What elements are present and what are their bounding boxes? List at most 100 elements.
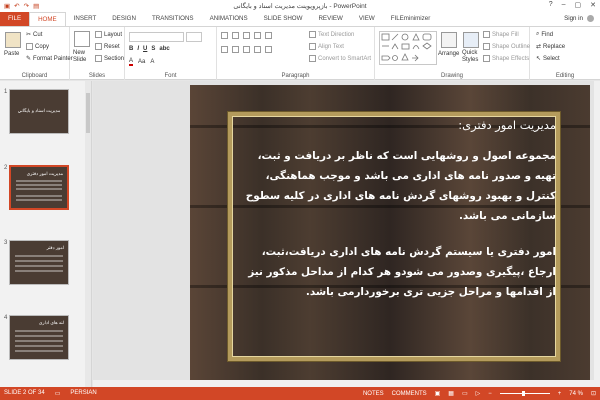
tab-animations[interactable]: ANIMATIONS xyxy=(202,12,256,26)
slide-thumbnail-1[interactable]: مديريت اسناد و بايگاني xyxy=(9,89,69,134)
slides-label: Slides xyxy=(88,73,106,79)
thumbnail-text-line xyxy=(15,260,63,262)
strikethrough-icon[interactable]: abc xyxy=(159,46,169,52)
replace-button[interactable]: ⇄ Replace xyxy=(536,43,565,51)
find-icon: ⌕ xyxy=(536,31,540,37)
slide-thumbnail-2[interactable]: مدیریت امور دفتری xyxy=(9,165,69,210)
quick-styles-button[interactable]: Quick Styles xyxy=(462,50,482,64)
tab-home[interactable]: HOME xyxy=(29,12,66,26)
slide-canvas[interactable]: مدیریت امور دفتری: مجموعه اصول و روشهایی… xyxy=(190,85,590,383)
zoom-out-icon[interactable]: − xyxy=(488,391,492,397)
help-button[interactable]: ? xyxy=(549,1,553,9)
language-indicator[interactable]: PERSIAN xyxy=(70,390,96,397)
italic-icon[interactable]: I xyxy=(137,46,139,52)
shadow-icon[interactable]: S xyxy=(151,46,155,52)
paragraph-group: Text Direction Align Text Convert to Sma… xyxy=(217,27,375,80)
tab-insert[interactable]: INSERT xyxy=(66,12,105,26)
shape-outline-button[interactable]: Shape Outline xyxy=(483,43,530,50)
sign-in[interactable]: Sign in xyxy=(564,15,594,22)
new-slide-button[interactable]: New Slide xyxy=(73,50,93,64)
highlight-icon[interactable]: Aa xyxy=(138,59,145,65)
line-spacing-icon[interactable] xyxy=(265,32,272,39)
thumbnail-text-line xyxy=(15,350,63,352)
clipboard-label: Clipboard xyxy=(21,73,48,79)
tab-slide-show[interactable]: SLIDE SHOW xyxy=(256,12,311,26)
decrease-indent-icon[interactable] xyxy=(243,32,250,39)
arrange-icon[interactable] xyxy=(441,32,457,48)
tab-fileminimizer[interactable]: FILEminimizer xyxy=(383,12,439,26)
reset-button[interactable]: Reset xyxy=(95,43,120,50)
text-direction-icon xyxy=(309,31,316,38)
ribbon-tabs: FILE HOME INSERT DESIGN TRANSITIONS ANIM… xyxy=(0,12,600,26)
close-button[interactable]: ✕ xyxy=(590,1,596,9)
underline-icon[interactable]: U xyxy=(143,46,147,52)
slide-sorter-icon[interactable]: ▦ xyxy=(448,390,454,397)
slide-thumbnail-3[interactable]: امور دفتر xyxy=(9,240,69,285)
slideshow-view-icon[interactable]: ▷ xyxy=(476,390,481,397)
select-button[interactable]: ↖ Select xyxy=(536,55,560,63)
slides-group: New Slide Layout Reset Section Slides xyxy=(70,27,125,80)
editor-horizontal-scrollbar[interactable] xyxy=(93,380,600,387)
normal-view-icon[interactable]: ▣ xyxy=(435,390,441,397)
shapes-gallery[interactable] xyxy=(379,31,437,65)
new-slide-icon[interactable] xyxy=(74,31,90,47)
status-right: NOTES COMMENTS ▣ ▦ ▭ ▷ − + 74 % ⊡ xyxy=(363,390,596,398)
align-right-icon[interactable] xyxy=(243,46,250,53)
zoom-slider-knob[interactable] xyxy=(521,391,525,396)
bold-icon[interactable]: B xyxy=(129,46,133,52)
shape-fill-button[interactable]: Shape Fill xyxy=(483,31,519,38)
columns-icon[interactable] xyxy=(265,46,272,53)
paste-button[interactable]: Paste xyxy=(4,51,19,57)
font-size-dropdown[interactable] xyxy=(186,32,202,42)
tab-review[interactable]: REVIEW xyxy=(310,12,350,26)
format-painter-button[interactable]: ✎ Format Painter xyxy=(26,55,73,63)
spellcheck-icon[interactable]: ▭ xyxy=(55,390,61,397)
align-text-button[interactable]: Align Text xyxy=(309,43,344,50)
editing-group: ⌕ Find ⇄ Replace ↖ Select Editing xyxy=(530,27,600,80)
drawing-label: Drawing xyxy=(440,73,463,79)
zoom-slider[interactable] xyxy=(499,391,550,396)
clear-format-icon[interactable]: A xyxy=(150,59,154,65)
copy-button[interactable]: Copy xyxy=(26,43,49,50)
brush-icon: ✎ xyxy=(26,56,32,62)
slide-text-box[interactable]: مدیریت امور دفتری: مجموعه اصول و روشهایی… xyxy=(238,115,556,318)
convert-smartart-button[interactable]: Convert to SmartArt xyxy=(309,55,371,62)
minimize-button[interactable]: – xyxy=(562,1,566,9)
editor-vertical-scrollbar[interactable] xyxy=(594,81,600,380)
cut-button[interactable]: ✂ Cut xyxy=(26,31,42,39)
slide-thumbnail-4[interactable]: لنه های اداری xyxy=(9,315,69,360)
tab-design[interactable]: DESIGN xyxy=(104,12,144,26)
maximize-button[interactable]: ▢ xyxy=(575,1,582,9)
bullets-icon[interactable] xyxy=(221,32,228,39)
increase-indent-icon[interactable] xyxy=(254,32,261,39)
quick-styles-icon[interactable] xyxy=(463,32,479,48)
thumbnail-text-line xyxy=(16,184,62,186)
paste-icon[interactable] xyxy=(5,32,21,48)
scrollbar-thumb[interactable] xyxy=(86,93,90,133)
tab-transitions[interactable]: TRANSITIONS xyxy=(144,12,202,26)
reading-view-icon[interactable]: ▭ xyxy=(462,390,468,397)
thumbnails-scrollbar[interactable] xyxy=(85,81,91,387)
tab-file[interactable]: FILE xyxy=(0,12,30,26)
find-button[interactable]: ⌕ Find xyxy=(536,31,553,38)
font-color-icon[interactable]: A xyxy=(129,58,134,66)
fit-to-window-icon[interactable]: ⊡ xyxy=(591,390,596,397)
section-button[interactable]: Section xyxy=(95,55,124,62)
justify-icon[interactable] xyxy=(254,46,261,53)
layout-button[interactable]: Layout xyxy=(95,31,122,38)
text-direction-button[interactable]: Text Direction xyxy=(309,31,354,38)
tab-view[interactable]: VIEW xyxy=(351,12,383,26)
numbering-icon[interactable] xyxy=(232,32,239,39)
align-buttons xyxy=(221,46,272,53)
shape-effects-label: Shape Effects xyxy=(492,55,530,62)
notes-button[interactable]: NOTES xyxy=(363,391,384,397)
align-left-icon[interactable] xyxy=(221,46,228,53)
arrange-button[interactable]: Arrange xyxy=(438,51,459,57)
shape-effects-button[interactable]: Shape Effects xyxy=(483,55,529,62)
font-name-dropdown[interactable] xyxy=(129,32,184,42)
zoom-in-icon[interactable]: + xyxy=(558,391,562,397)
zoom-level[interactable]: 74 % xyxy=(569,391,583,397)
align-center-icon[interactable] xyxy=(232,46,239,53)
comments-button[interactable]: COMMENTS xyxy=(392,391,427,397)
select-icon: ↖ xyxy=(536,56,542,62)
